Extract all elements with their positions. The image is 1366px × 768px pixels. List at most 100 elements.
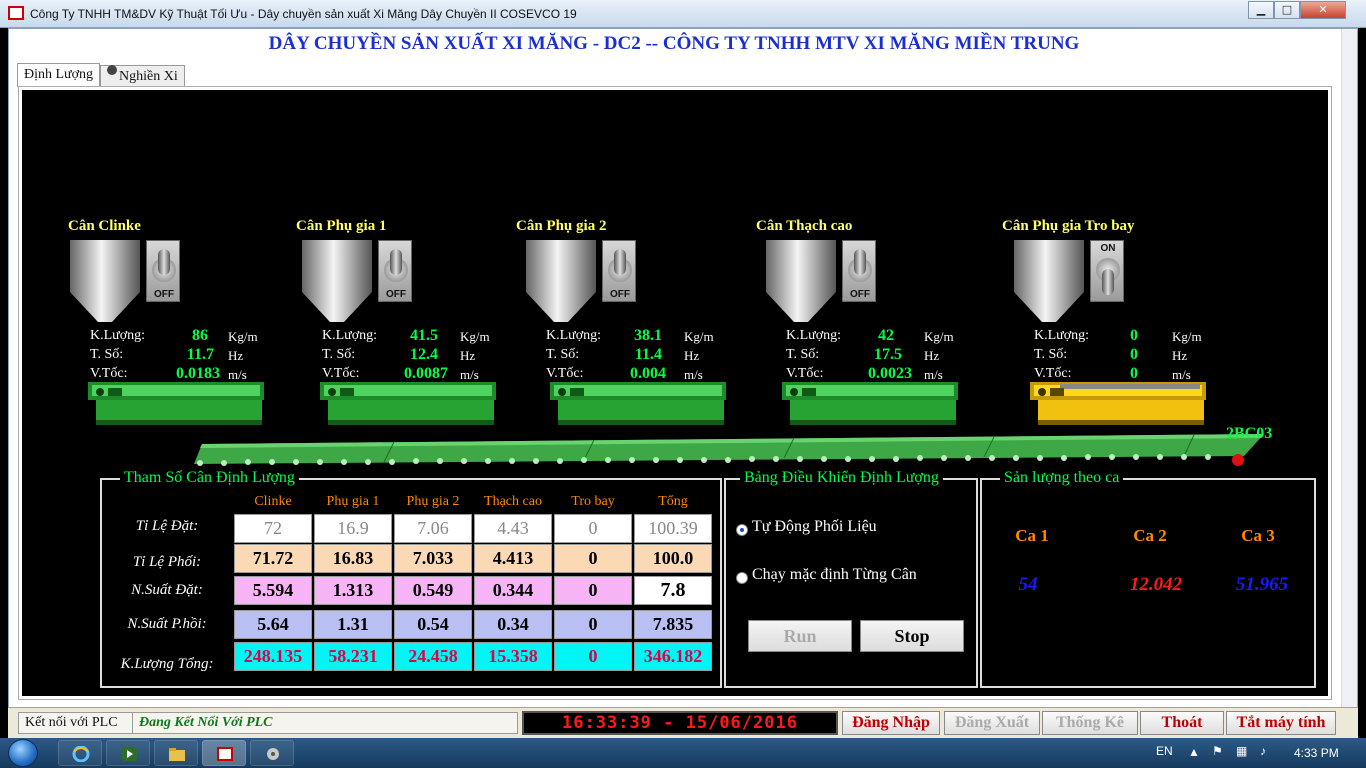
weight-value: 41.5 (410, 327, 438, 344)
stop-button[interactable]: Stop (860, 620, 964, 652)
table-cell: 0.54 (394, 610, 472, 639)
weight-unit: Kg/m (460, 329, 490, 344)
minimize-button[interactable]: ▁ (1248, 1, 1274, 19)
speed-label: V.Tốc: (786, 366, 824, 381)
taskbar: EN ▲ ⚑ ▦ ♪ 4:33 PM (0, 738, 1366, 768)
dosing-panel: Cân Clinke OFF K.Lượng: 86 Kg/m T. Số: 1… (18, 86, 1332, 700)
auto-mix-radio[interactable] (736, 524, 748, 536)
window-title: Công Ty TNHH TM&DV Kỹ Thuật Tối Ưu - Dây… (30, 7, 577, 21)
frequency-value: 12.4 (410, 346, 438, 363)
scale-toggle-switch[interactable]: OFF (146, 240, 180, 302)
speed-unit: m/s (1172, 367, 1191, 382)
statistics-button[interactable]: Thống Kê (1042, 711, 1138, 735)
frequency-unit: Hz (460, 348, 476, 363)
manual-mode-radio[interactable] (736, 572, 748, 584)
tab-nghien-xi[interactable]: Nghiền Xi (100, 65, 185, 87)
login-button[interactable]: Đăng Nhập (842, 711, 940, 735)
toggle-lever (158, 249, 170, 275)
taskbar-app-ie[interactable] (58, 740, 102, 766)
table-cell: 15.358 (474, 642, 552, 671)
exit-button[interactable]: Thoát (1140, 711, 1224, 735)
toggle-lever (1102, 269, 1114, 295)
close-button[interactable]: ✕ (1300, 1, 1346, 19)
clock-time[interactable]: 4:33 PM (1294, 746, 1339, 760)
speed-label: V.Tốc: (90, 366, 128, 381)
conveyor-label: 2BC03 (1226, 425, 1273, 442)
internet-explorer-icon (72, 746, 90, 762)
tab-dinh-luong[interactable]: Định Lượng (17, 63, 101, 87)
toggle-lever (854, 249, 866, 275)
frequency-unit: Hz (924, 348, 940, 363)
speed-unit: m/s (684, 367, 703, 382)
tab-strip: Định Lượng Nghiền Xi (17, 63, 185, 87)
frequency-value: 0 (1130, 346, 1138, 363)
table-cell: 1.313 (314, 576, 392, 605)
logout-button[interactable]: Đăng Xuất (944, 711, 1040, 735)
speed-label: V.Tốc: (546, 366, 584, 381)
speed-unit: m/s (228, 367, 247, 382)
parameter-group: Tham Số Cân Định Lượng Clinke Phụ gia 1 … (100, 469, 722, 688)
switch-state-label: ON (1100, 243, 1116, 254)
scale-toggle-switch[interactable]: OFF (378, 240, 412, 302)
taskbar-app-folder[interactable] (154, 740, 198, 766)
network-icon[interactable]: ▦ (1236, 744, 1247, 758)
show-hidden-icons-icon[interactable]: ▲ (1188, 745, 1200, 759)
switch-state-label: OFF (850, 289, 870, 300)
table-cell: 7.033 (394, 544, 472, 573)
run-button[interactable]: Run (748, 620, 852, 652)
app-icon (267, 748, 279, 760)
taskbar-app-scada[interactable] (202, 740, 246, 766)
switch-state-label: OFF (610, 289, 630, 300)
table-cell: 5.64 (234, 610, 312, 639)
frequency-label: T. Số: (322, 347, 356, 362)
scale-toggle-switch[interactable]: OFF (842, 240, 876, 302)
volume-icon[interactable]: ♪ (1260, 744, 1266, 758)
taskbar-app-other[interactable] (250, 740, 294, 766)
ratio-setpoint-input[interactable]: 16.9 (314, 514, 392, 543)
vertical-scrollbar[interactable] (1341, 29, 1357, 707)
table-cell: 7.835 (634, 610, 712, 639)
frequency-unit: Hz (684, 348, 700, 363)
weight-value: 38.1 (634, 327, 662, 344)
scale-toggle-switch[interactable]: ON (1090, 240, 1124, 302)
table-cell: 71.72 (234, 544, 312, 573)
shift-output-value: 54 (1018, 574, 1038, 595)
frequency-value: 11.7 (186, 346, 214, 363)
language-indicator[interactable]: EN (1156, 744, 1173, 758)
ratio-setpoint-input[interactable]: 0 (554, 514, 632, 543)
table-cell: 0 (554, 642, 632, 671)
collector-conveyor (194, 434, 1264, 466)
belt-feeder-icon-active (1030, 382, 1206, 425)
weight-value: 0 (1130, 327, 1138, 344)
shutdown-button[interactable]: Tắt máy tính (1226, 711, 1336, 735)
manual-mode-label[interactable]: Chạy mặc định Từng Cân (752, 566, 917, 584)
speed-label: V.Tốc: (1034, 366, 1072, 381)
shift-header: Ca 3 (1241, 526, 1275, 545)
shift-output-value: 12.042 (1129, 574, 1183, 595)
row-label: Tỉ Lệ Phối: (132, 554, 202, 570)
shift-header: Ca 1 (1015, 526, 1049, 545)
maximize-button[interactable]: □ (1274, 1, 1300, 19)
start-button[interactable] (8, 739, 38, 767)
taskbar-app-media[interactable] (106, 740, 150, 766)
toggle-lever (614, 249, 626, 275)
frequency-unit: Hz (1172, 348, 1188, 363)
group-title: Tham Số Cân Định Lượng (120, 469, 299, 487)
table-cell: 1.31 (314, 610, 392, 639)
scale-title: Cân Phụ gia Tro bay (1002, 218, 1135, 234)
auto-mix-label[interactable]: Tự Động Phối Liệu (752, 518, 877, 536)
table-cell: 4.413 (474, 544, 552, 573)
page-title: DÂY CHUYỀN SẢN XUẤT XI MĂNG - DC2 -- CÔN… (268, 33, 1080, 54)
capacity-setpoint-input[interactable]: 7.8 (634, 576, 712, 605)
column-header: Thạch cao (484, 494, 542, 509)
scale-toggle-switch[interactable]: OFF (602, 240, 636, 302)
weight-value: 42 (878, 327, 894, 344)
ratio-setpoint-input[interactable]: 7.06 (394, 514, 472, 543)
ratio-setpoint-input[interactable]: 72 (234, 514, 312, 543)
column-header: Tro bay (571, 494, 615, 509)
ratio-setpoint-input[interactable]: 4.43 (474, 514, 552, 543)
action-center-icon[interactable]: ⚑ (1212, 744, 1223, 758)
app-icon (8, 6, 24, 20)
table-cell: 0.549 (394, 576, 472, 605)
shift-header: Ca 2 (1133, 526, 1167, 545)
